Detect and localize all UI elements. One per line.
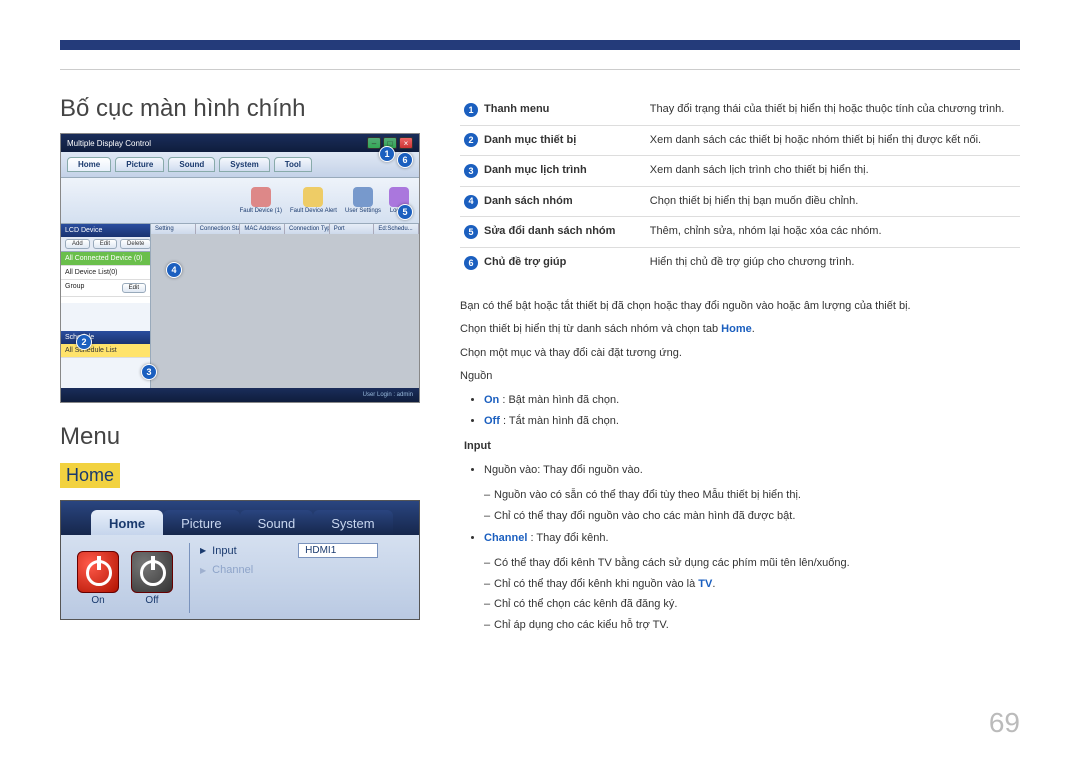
sidebar-item-connected[interactable]: All Connected Device (0): [61, 252, 150, 266]
sidebar-mini-toolbar: Add Edit Delete: [61, 237, 150, 252]
grid-header: Setting Connection Status MAC Address Co…: [151, 224, 419, 234]
num-circle: 3: [464, 164, 478, 178]
page-header-rule: [60, 40, 1020, 70]
add-button[interactable]: Add: [65, 239, 90, 249]
def-term-text: Danh sách nhóm: [484, 193, 573, 211]
p-intro-3: Chọn một mục và thay đổi cài đặt tương ứ…: [460, 345, 1020, 363]
power-off-label: Off: [145, 595, 158, 606]
def-term-text: Thanh menu: [484, 101, 549, 119]
status-login: User Login : admin: [363, 392, 413, 398]
bullet-input: Nguồn vào: Thay đổi nguồn vào.: [484, 462, 1020, 480]
group-edit-button[interactable]: Edit: [122, 283, 146, 293]
fault-device-icon[interactable]: Fault Device (1): [240, 187, 282, 214]
def-term-text: Danh mục thiết bị: [484, 132, 576, 150]
sidebar-item-group[interactable]: Group Edit: [61, 280, 150, 297]
callout-1: 1: [379, 146, 395, 162]
tab-picture[interactable]: Picture: [115, 157, 164, 172]
user-settings-icon[interactable]: User Settings: [345, 187, 381, 214]
def-desc: Xem danh sách lịch trình cho thiết bị hi…: [646, 156, 1020, 187]
def-desc: Chọn thiết bị hiển thị bạn muốn điều chỉ…: [646, 186, 1020, 217]
edit-button[interactable]: Edit: [93, 239, 117, 249]
def-term-text: Chủ đề trợ giúp: [484, 254, 566, 272]
arrow-right-icon: ▶: [200, 546, 206, 555]
crop-tab-home[interactable]: Home: [91, 510, 163, 535]
channel-sub-3: Chỉ có thể chọn các kênh đã đăng ký.: [460, 596, 1020, 614]
bullet-on: On : Bật màn hình đã chọn.: [484, 392, 1020, 410]
input-label: Input: [212, 545, 292, 557]
close-icon[interactable]: ×: [399, 137, 413, 149]
home-label: Home: [60, 463, 120, 488]
heading-layout: Bố cục màn hình chính: [60, 95, 420, 123]
power-off-button[interactable]: [131, 551, 173, 593]
def-row-1: 1 Thanh menu Thay đổi trạng thái của thiết…: [460, 95, 1020, 125]
input-heading: Input: [464, 438, 1020, 456]
tab-sound[interactable]: Sound: [168, 157, 215, 172]
callout-4: 4: [166, 262, 182, 278]
p-intro-2: Chọn thiết bị hiển thị từ danh sách nhóm…: [460, 321, 1020, 339]
def-desc: Xem danh sách các thiết bị hoặc nhóm thi…: [646, 125, 1020, 156]
callout-definitions: 1 Thanh menu Thay đổi trạng thái của thiết…: [460, 95, 1020, 278]
callout-5: 5: [397, 204, 413, 220]
def-row-3: 3 Danh mục lịch trình Xem danh sách lịch t…: [460, 156, 1020, 187]
channel-row: ▶ Channel: [200, 564, 409, 576]
num-circle: 1: [464, 103, 478, 117]
num-circle: 6: [464, 256, 478, 270]
p-intro-1: Bạn có thể bật hoặc tắt thiết bị đã chọn…: [460, 298, 1020, 316]
def-row-2: 2 Danh mục thiết bị Xem danh sách các thiế…: [460, 125, 1020, 156]
def-term-text: Sửa đổi danh sách nhóm: [484, 223, 615, 241]
sidebar-section-schedule[interactable]: Schedule: [61, 331, 150, 344]
num-circle: 4: [464, 195, 478, 209]
def-row-5: 5 Sửa đổi danh sách nhóm Thêm, chỉnh sửa, …: [460, 217, 1020, 248]
nguon-label: Nguồn: [460, 368, 1020, 386]
tab-home[interactable]: Home: [67, 157, 111, 172]
sidebar: LCD Device Add Edit Delete All Connected…: [61, 224, 151, 388]
num-circle: 5: [464, 225, 478, 239]
group-label: Group: [65, 283, 84, 293]
def-row-4: 4 Danh sách nhóm Chọn thiết bị hiển thị bạ…: [460, 186, 1020, 217]
bullet-off: Off : Tắt màn hình đã chọn.: [484, 413, 1020, 431]
channel-sub-4: Chỉ áp dụng cho các kiểu hỗ trợ TV.: [460, 617, 1020, 635]
fault-alert-icon[interactable]: Fault Device Alert: [290, 187, 337, 214]
sidebar-section-lcd[interactable]: LCD Device: [61, 224, 150, 237]
power-on-label: On: [91, 595, 104, 606]
statusbar: User Login : admin: [61, 388, 419, 402]
delete-button[interactable]: Delete: [120, 239, 151, 249]
crop-tab-picture[interactable]: Picture: [163, 510, 239, 535]
num-circle: 2: [464, 133, 478, 147]
power-on-button[interactable]: [77, 551, 119, 593]
tab-bar: Home Picture Sound System Tool: [61, 152, 419, 178]
channel-label: Channel: [212, 564, 292, 576]
minimize-icon[interactable]: –: [367, 137, 381, 149]
callout-6: 6: [397, 152, 413, 168]
window-title: Multiple Display Control: [67, 139, 151, 148]
input-sub-1: Nguồn vào có sẵn có thể thay đổi tùy the…: [460, 487, 1020, 505]
crop-tab-sound[interactable]: Sound: [240, 510, 314, 535]
titlebar: Multiple Display Control – □ ×: [61, 134, 419, 152]
tab-tool[interactable]: Tool: [274, 157, 312, 172]
callout-2: 2: [76, 334, 92, 350]
home-crop: Home Picture Sound System On: [60, 500, 420, 620]
sidebar-item-schedule[interactable]: All Schedule List: [61, 344, 150, 358]
toolbar-icons: Fault Device (1) Fault Device Alert User…: [61, 178, 419, 224]
app-window: Multiple Display Control – □ × Home Pict…: [60, 133, 420, 403]
tab-system[interactable]: System: [219, 157, 269, 172]
def-desc: Thay đổi trạng thái của thiết bị hiển th…: [646, 95, 1020, 125]
input-value[interactable]: HDMI1: [298, 543, 378, 558]
def-desc: Hiển thị chủ đề trợ giúp cho chương trìn…: [646, 247, 1020, 277]
channel-sub-2: Chỉ có thể thay đổi kênh khi nguồn vào l…: [460, 576, 1020, 594]
def-desc: Thêm, chỉnh sửa, nhóm lại hoặc xóa các n…: [646, 217, 1020, 248]
bullet-channel: Channel : Thay đổi kênh.: [484, 530, 1020, 548]
sidebar-item-all[interactable]: All Device List(0): [61, 266, 150, 280]
crop-tab-system[interactable]: System: [313, 510, 392, 535]
def-row-6: 6 Chủ đề trợ giúp Hiển thị chủ đề trợ giúp…: [460, 247, 1020, 277]
def-term-text: Danh mục lịch trình: [484, 162, 587, 180]
input-row: ▶ Input HDMI1: [200, 543, 409, 558]
page-number: 69: [989, 707, 1020, 739]
heading-menu: Menu: [60, 423, 420, 451]
arrow-right-icon: ▶: [200, 566, 206, 575]
main-grid: Setting Connection Status MAC Address Co…: [151, 224, 419, 388]
callout-3: 3: [141, 364, 157, 380]
input-sub-2: Chỉ có thể thay đổi nguồn vào cho các mà…: [460, 508, 1020, 526]
channel-sub-1: Có thể thay đổi kênh TV bằng cách sử dụn…: [460, 555, 1020, 573]
